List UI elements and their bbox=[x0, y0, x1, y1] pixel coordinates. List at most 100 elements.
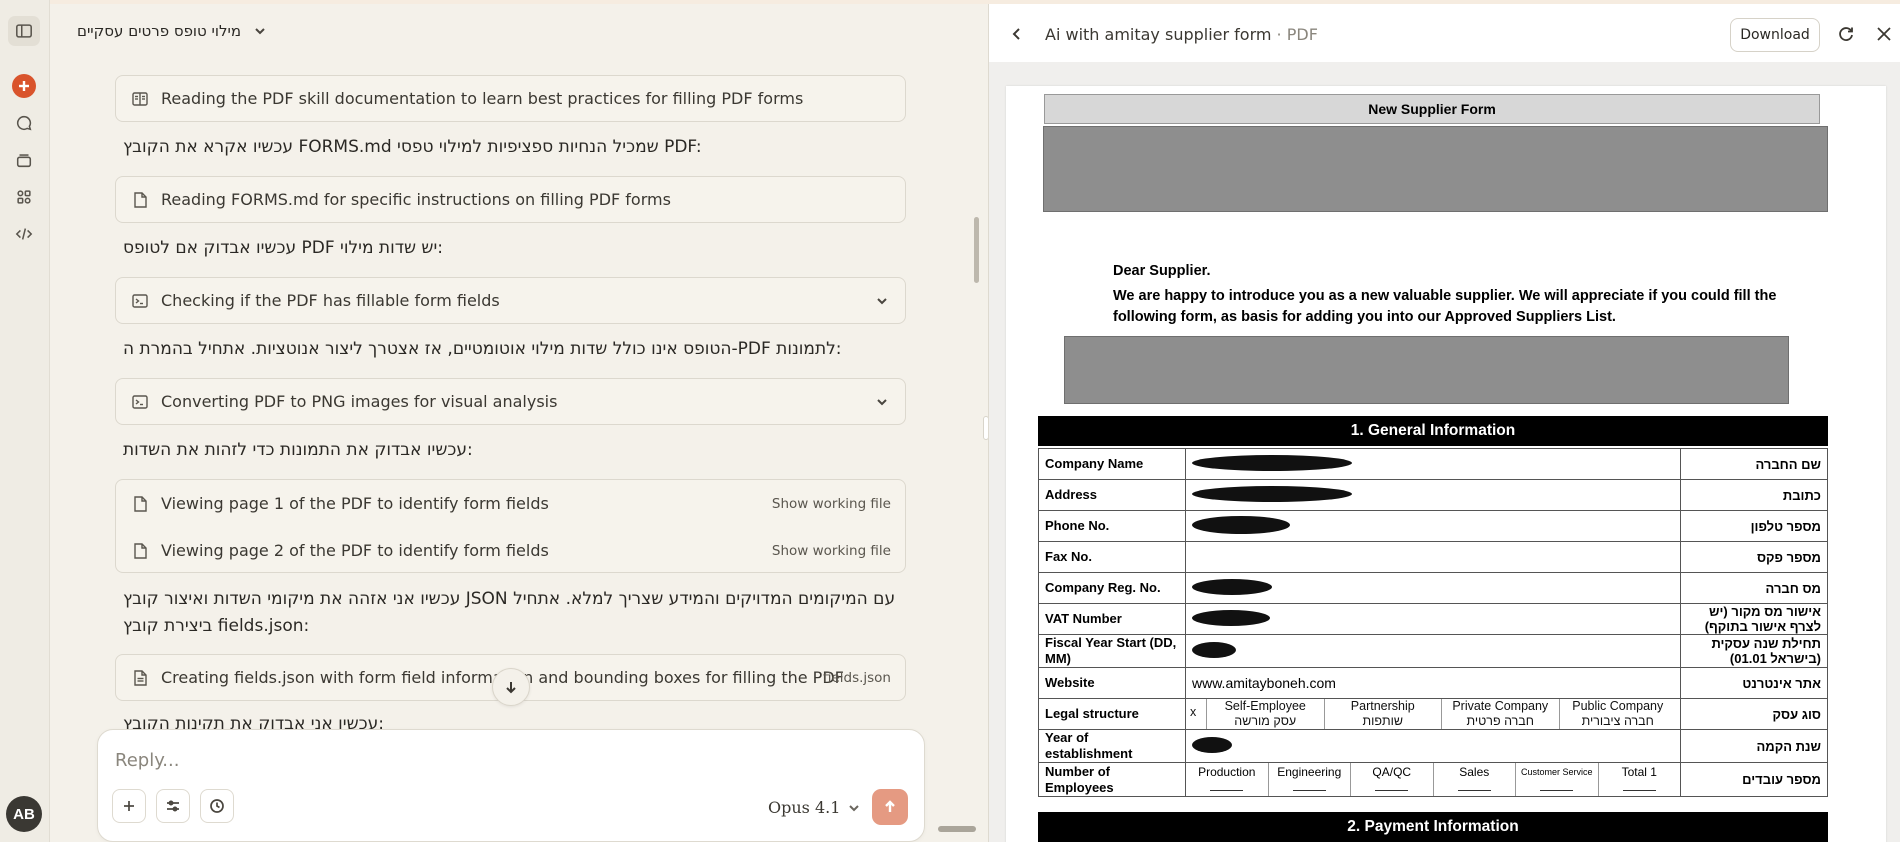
back-button[interactable] bbox=[1009, 26, 1025, 46]
table-row: Company Name שם החברה bbox=[1038, 448, 1828, 480]
redacted-block bbox=[1064, 336, 1789, 404]
chevron-down-icon bbox=[255, 28, 265, 35]
model-label: Opus 4.1 bbox=[768, 798, 841, 817]
tool-step-group: Viewing page 1 of the PDF to identify fo… bbox=[115, 479, 906, 573]
artifacts-button[interactable] bbox=[8, 182, 40, 212]
preview-header: Ai with amitay supplier form · PDF Downl… bbox=[989, 4, 1900, 62]
refresh-button[interactable] bbox=[1837, 25, 1855, 47]
employee-breakdown: Production Engineering QA/QC Sales Custo… bbox=[1186, 763, 1680, 796]
folder-stack-icon bbox=[16, 154, 32, 168]
document-icon bbox=[131, 669, 149, 687]
pdf-viewer[interactable]: New Supplier Form Dear Supplier. We are … bbox=[989, 62, 1900, 842]
chevron-down-icon bbox=[875, 394, 889, 413]
scroll-to-bottom-button[interactable] bbox=[492, 668, 530, 706]
chats-button[interactable] bbox=[8, 108, 40, 138]
section-header: 1. General Information bbox=[1038, 416, 1828, 446]
arrow-down-icon bbox=[506, 682, 516, 694]
tool-step-label: Reading the PDF skill documentation to l… bbox=[161, 89, 804, 108]
table-row: Year of establishment שנת הקמה bbox=[1038, 729, 1828, 763]
tool-step[interactable]: Viewing page 2 of the PDF to identify fo… bbox=[131, 527, 905, 574]
code-button[interactable] bbox=[8, 219, 40, 249]
file-preview-pane: Ai with amitay supplier form · PDF Downl… bbox=[988, 4, 1900, 842]
tool-step-collapsible[interactable]: Converting PDF to PNG images for visual … bbox=[115, 378, 906, 425]
redaction-scribble bbox=[1192, 578, 1272, 595]
terminal-icon bbox=[131, 292, 149, 310]
tools-settings-button[interactable] bbox=[156, 789, 190, 823]
general-info-table: Company Name שם החברה Address כתובת Phon… bbox=[1038, 448, 1828, 797]
chat-title: מילוי טופס פרטים עסקיים bbox=[77, 22, 242, 40]
tool-step-label: Reading FORMS.md for specific instructio… bbox=[161, 190, 671, 209]
code-icon bbox=[15, 228, 33, 240]
intro-text: We are happy to introduce you as a new v… bbox=[1113, 288, 1777, 325]
send-button[interactable] bbox=[872, 789, 908, 825]
plus-icon bbox=[124, 801, 134, 811]
website-value: www.amitayboneh.com bbox=[1185, 667, 1681, 699]
greeting: Dear Supplier. bbox=[1113, 263, 1211, 279]
redaction-scribble bbox=[1192, 609, 1270, 626]
redacted-block bbox=[1043, 126, 1828, 212]
table-row: Phone No. מספר טלפון bbox=[1038, 510, 1828, 542]
close-preview-button[interactable] bbox=[1875, 25, 1893, 47]
tool-step[interactable]: Viewing page 1 of the PDF to identify fo… bbox=[131, 480, 905, 527]
horizontal-scrollbar[interactable] bbox=[938, 826, 976, 832]
tool-step-collapsible[interactable]: Checking if the PDF has fillable form fi… bbox=[115, 277, 906, 324]
redaction-scribble bbox=[1192, 515, 1290, 534]
new-chat-button[interactable] bbox=[12, 74, 36, 98]
assistant-text-clipped: עכשיו אני אבדוק את תקינות הקובץ: bbox=[123, 716, 384, 730]
chat-panel: מילוי טופס פרטים עסקיים Reading the PDF … bbox=[51, 4, 985, 842]
chevron-down-icon bbox=[875, 293, 889, 312]
tool-step-label: Checking if the PDF has fillable form fi… bbox=[161, 291, 500, 310]
assistant-text: עכשיו אבדוק את התמונות כדי לזהות את השדו… bbox=[123, 440, 473, 460]
tool-step-label: Converting PDF to PNG images for visual … bbox=[161, 392, 558, 411]
md-file-icon bbox=[131, 191, 149, 209]
show-working-file-button[interactable]: Show working file bbox=[772, 496, 891, 512]
assistant-text: עכשיו אקרא את הקובץ FORMS.md שמכיל הנחיו… bbox=[123, 137, 702, 157]
table-row: Number of Employees Production Engineeri… bbox=[1038, 762, 1828, 797]
add-attachment-button[interactable] bbox=[112, 789, 146, 823]
table-row: Fax No. מספר פקס bbox=[1038, 541, 1828, 573]
refresh-icon bbox=[1839, 27, 1853, 41]
projects-button[interactable] bbox=[8, 145, 40, 175]
assistant-text: עכשיו אני אזהה את מיקומי השדות ואיצור קו… bbox=[123, 589, 896, 609]
book-icon bbox=[131, 90, 149, 108]
chevron-down-icon bbox=[849, 804, 860, 811]
redaction-scribble bbox=[1192, 641, 1236, 658]
toggle-sidebar-button[interactable] bbox=[8, 16, 40, 46]
download-button[interactable]: Download bbox=[1730, 18, 1820, 52]
show-working-file-button[interactable]: Show working file bbox=[772, 543, 891, 559]
fields-json-link[interactable]: fields.json bbox=[823, 670, 891, 686]
table-row: VAT Number אישור מס מקור (יש לצרף אישור … bbox=[1038, 603, 1828, 635]
pdf-page: New Supplier Form Dear Supplier. We are … bbox=[1006, 86, 1886, 842]
png-file-icon bbox=[131, 542, 149, 560]
legal-mark: x bbox=[1190, 705, 1197, 719]
chat-scrollbar[interactable] bbox=[974, 217, 979, 283]
apps-grid-icon bbox=[17, 190, 31, 204]
png-file-icon bbox=[131, 495, 149, 513]
table-row: Fiscal Year Start (DD, MM) תחילת שנה עסק… bbox=[1038, 634, 1828, 668]
tool-step[interactable]: Reading FORMS.md for specific instructio… bbox=[115, 176, 906, 223]
chevron-left-icon bbox=[1012, 28, 1020, 40]
section-header: 2. Payment Information bbox=[1038, 812, 1828, 842]
table-row: Website www.amitayboneh.com אתר אינטרנט bbox=[1038, 667, 1828, 699]
history-button[interactable] bbox=[200, 789, 234, 823]
preview-title: Ai with amitay supplier form · PDF bbox=[1045, 25, 1318, 44]
tool-step-label: Viewing page 2 of the PDF to identify fo… bbox=[161, 541, 549, 560]
close-icon bbox=[1877, 27, 1891, 41]
file-type: PDF bbox=[1286, 25, 1318, 44]
file-name: Ai with amitay supplier form bbox=[1045, 25, 1272, 44]
redaction-scribble bbox=[1192, 485, 1352, 502]
arrow-up-icon bbox=[885, 800, 895, 812]
tool-step[interactable]: Reading the PDF skill documentation to l… bbox=[115, 75, 906, 122]
model-selector[interactable]: Opus 4.1 bbox=[768, 798, 860, 817]
sliders-icon bbox=[167, 800, 179, 812]
chat-title-menu[interactable]: מילוי טופס פרטים עסקיים bbox=[77, 22, 267, 40]
sidebar-icon bbox=[16, 24, 32, 38]
table-row: Company Reg. No. מס חברה bbox=[1038, 572, 1828, 604]
form-header: New Supplier Form bbox=[1044, 94, 1820, 124]
user-avatar[interactable]: AB bbox=[6, 796, 42, 832]
reply-input[interactable]: Reply... bbox=[115, 750, 179, 771]
table-row: Address כתובת bbox=[1038, 479, 1828, 511]
composer: Reply... Opus 4.1 bbox=[97, 729, 925, 842]
terminal-icon bbox=[131, 393, 149, 411]
tool-step-label: Viewing page 1 of the PDF to identify fo… bbox=[161, 494, 549, 513]
